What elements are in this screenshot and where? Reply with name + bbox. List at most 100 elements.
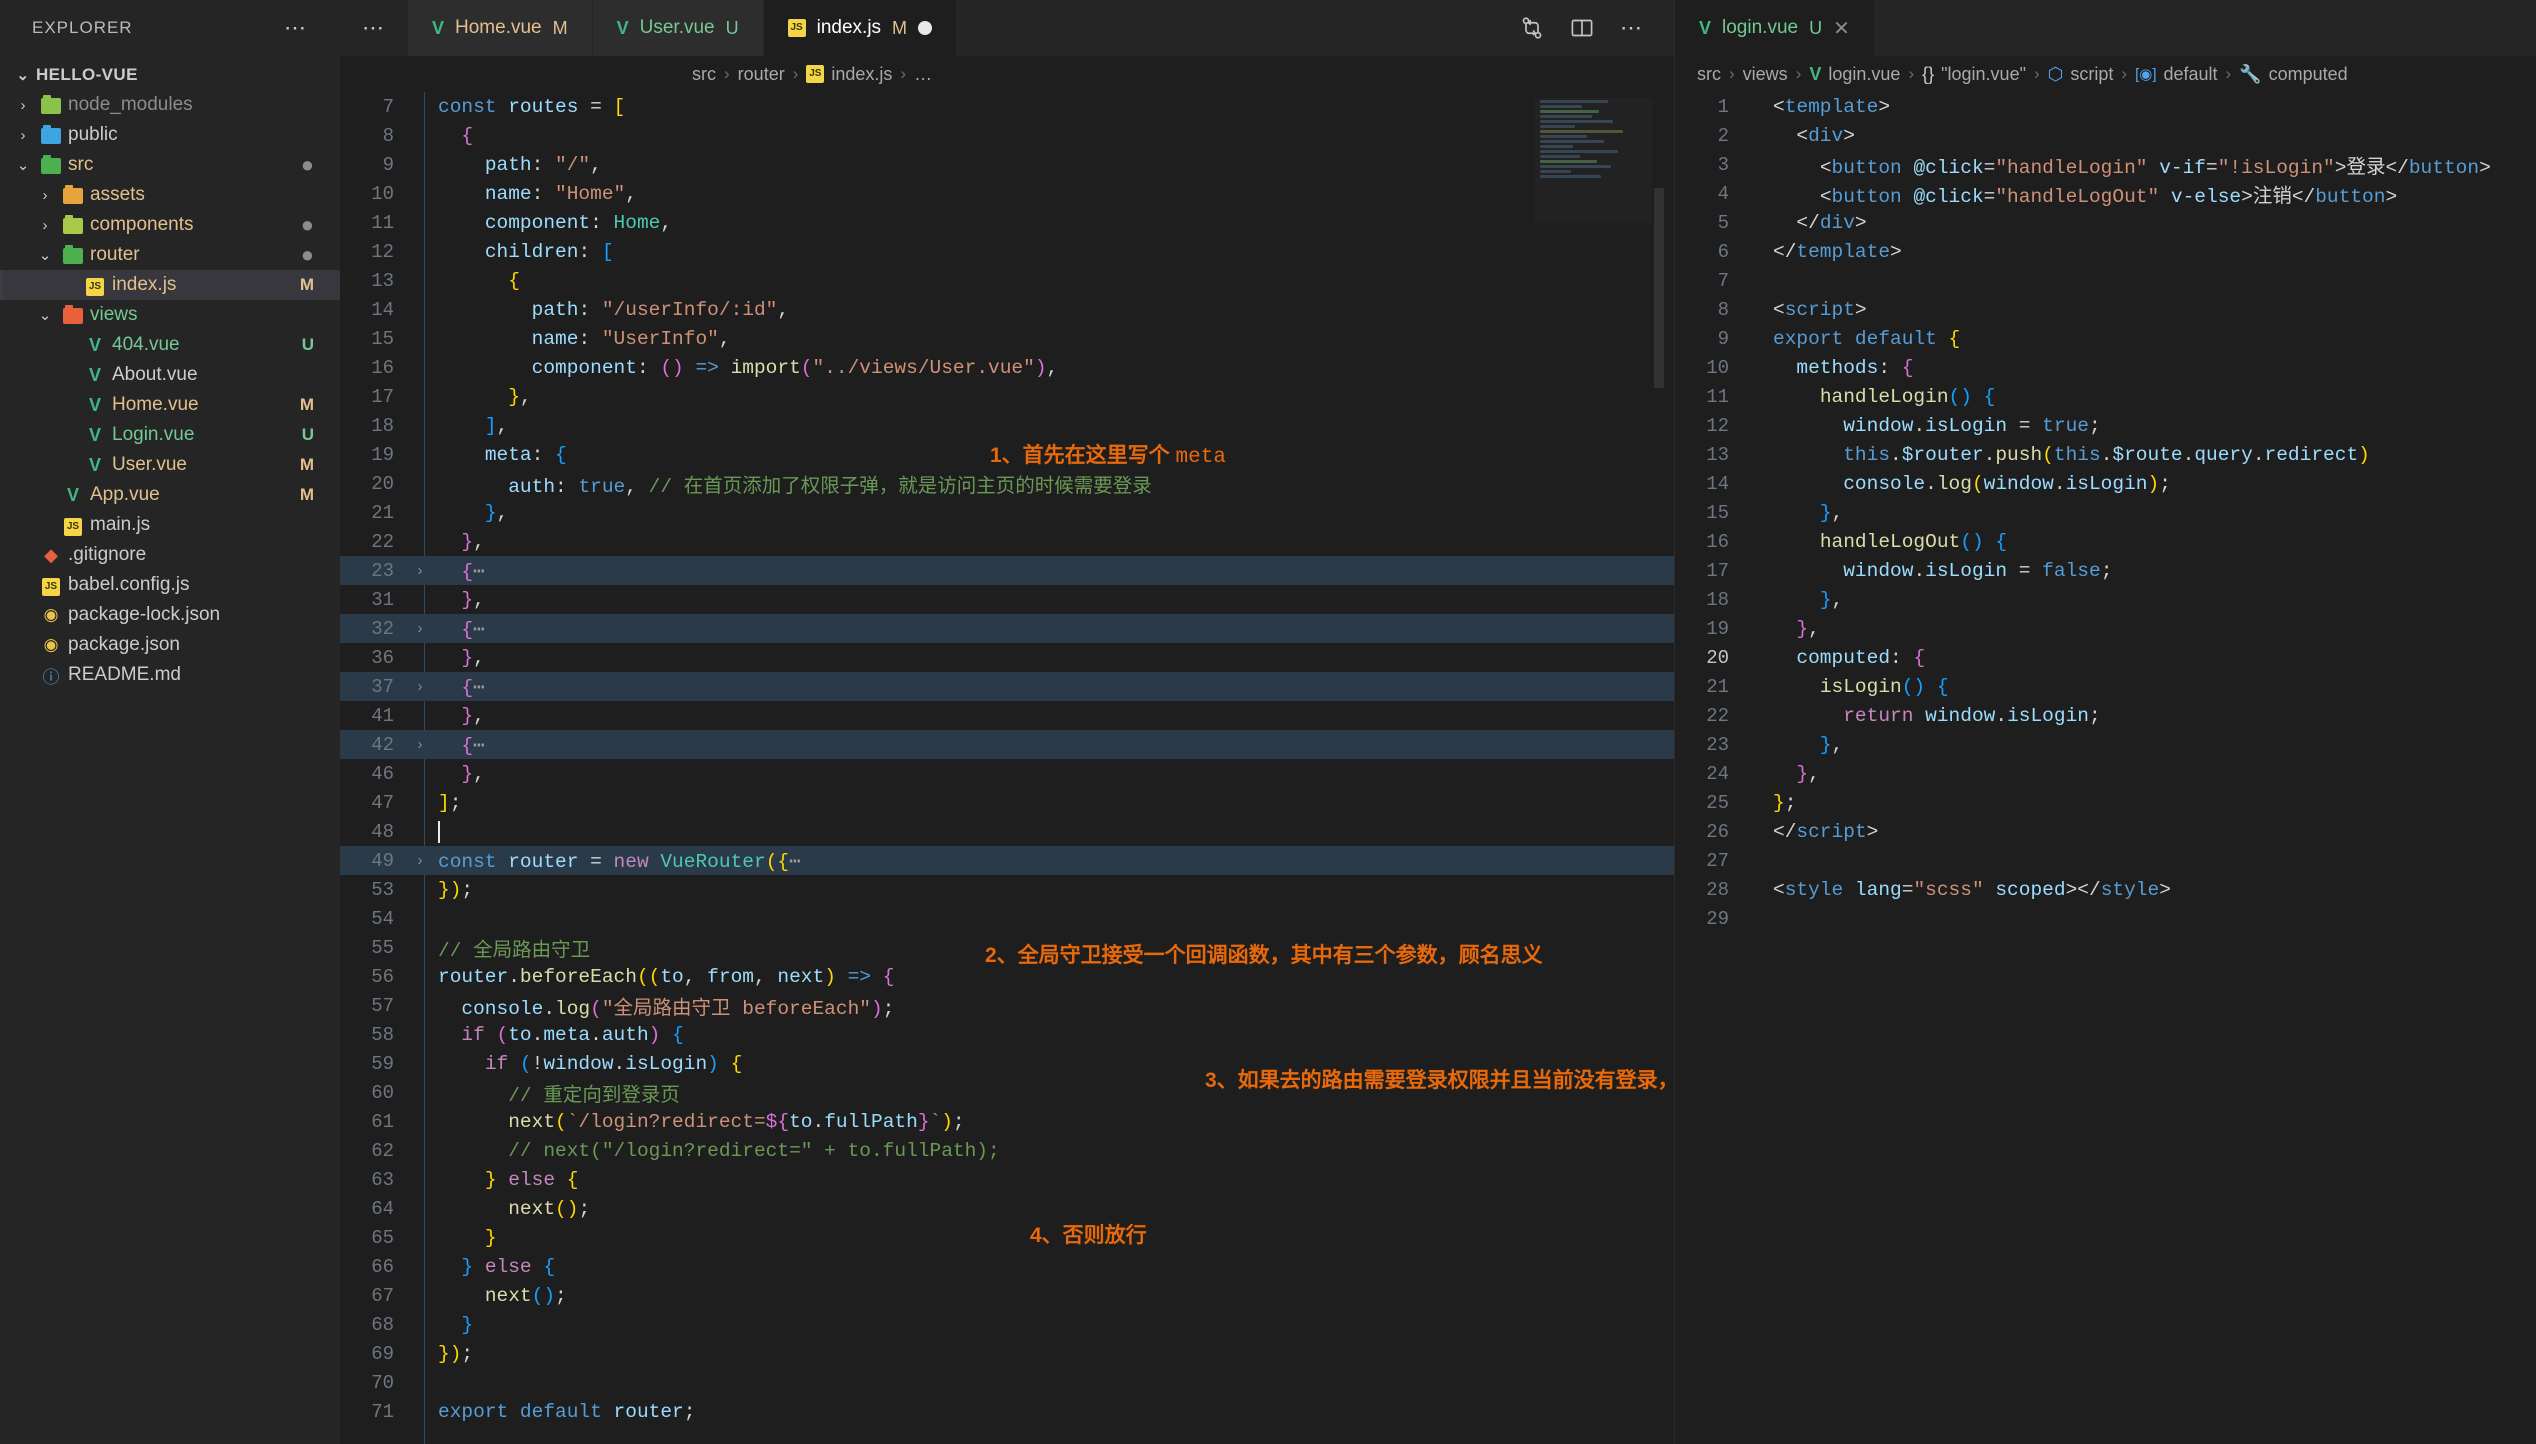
tree-item-node-modules[interactable]: › node_modules — [0, 90, 340, 120]
code-line[interactable]: 63 } else { — [340, 1165, 1674, 1194]
unsaved-dot-icon[interactable] — [918, 21, 933, 35]
code-line[interactable]: 54 — [340, 904, 1674, 933]
code-line[interactable]: 15 }, — [1675, 498, 2536, 527]
tree-item-babel-config-js[interactable]: JS babel.config.js — [0, 570, 340, 600]
code-line[interactable]: 27 — [1675, 846, 2536, 875]
tree-item-package-json[interactable]: ◉ package.json — [0, 630, 340, 660]
code-line[interactable]: 18 ], — [340, 411, 1674, 440]
tree-item--gitignore[interactable]: ◆ .gitignore — [0, 540, 340, 570]
code-line[interactable]: 17 window.isLogin = false; — [1675, 556, 2536, 585]
code-line[interactable]: 67 next(); — [340, 1281, 1674, 1310]
code-line[interactable]: 41 }, — [340, 701, 1674, 730]
tree-item-src[interactable]: ⌄ src ● — [0, 150, 340, 180]
scrollbar-thumb[interactable] — [1654, 188, 1664, 388]
code-line[interactable]: 21 }, — [340, 498, 1674, 527]
code-line[interactable]: 6 </template> — [1675, 237, 2536, 266]
code-line[interactable]: 8 <script> — [1675, 295, 2536, 324]
code-line[interactable]: 37 › {⋯ — [340, 672, 1674, 701]
code-line[interactable]: 11 component: Home, — [340, 208, 1674, 237]
code-line[interactable]: 48 — [340, 817, 1674, 846]
split-editor-icon[interactable] — [1570, 16, 1594, 40]
code-line[interactable]: 47]; — [340, 788, 1674, 817]
code-line[interactable]: 23 }, — [1675, 730, 2536, 759]
tree-item-404-vue[interactable]: V 404.vue U — [0, 330, 340, 360]
tree-item-package-lock-json[interactable]: ◉ package-lock.json — [0, 600, 340, 630]
right-code-editor[interactable]: 1 <template> 2 <div> 3 <button @click="hand… — [1675, 92, 2536, 1444]
fold-chevron-right-icon[interactable]: › — [410, 678, 430, 695]
code-line[interactable]: 5 </div> — [1675, 208, 2536, 237]
breadcrumb-item-src[interactable]: src — [692, 64, 716, 85]
code-line[interactable]: 71 export default router; — [340, 1397, 1674, 1426]
code-line[interactable]: 15 name: "UserInfo", — [340, 324, 1674, 353]
code-line[interactable]: 8 { — [340, 121, 1674, 150]
code-line[interactable]: 10 methods: { — [1675, 353, 2536, 382]
tab-index-js[interactable]: JS index.js M — [763, 0, 958, 56]
code-line[interactable]: 14 path: "/userInfo/:id", — [340, 295, 1674, 324]
fold-chevron-right-icon[interactable]: › — [410, 562, 430, 579]
tree-item-public[interactable]: › public — [0, 120, 340, 150]
tab-login-vue[interactable]: V login.vue U ✕ — [1675, 0, 1875, 56]
code-line[interactable]: 53}); — [340, 875, 1674, 904]
code-line[interactable]: 70 — [340, 1368, 1674, 1397]
tree-item-app-vue[interactable]: V App.vue M — [0, 480, 340, 510]
code-line[interactable]: 21 isLogin() { — [1675, 672, 2536, 701]
code-line[interactable]: 29 — [1675, 904, 2536, 933]
code-line[interactable]: 24 }, — [1675, 759, 2536, 788]
code-line[interactable]: 65 } — [340, 1223, 1674, 1252]
code-line[interactable]: 22 return window.isLogin; — [1675, 701, 2536, 730]
code-line[interactable]: 28 <style lang="scss" scoped></style> — [1675, 875, 2536, 904]
breadcrumb-item-index-js[interactable]: JS index.js — [806, 64, 892, 85]
code-line[interactable]: 25}; — [1675, 788, 2536, 817]
code-line[interactable]: 58 if (to.meta.auth) { — [340, 1020, 1674, 1049]
code-line[interactable]: 17 }, — [340, 382, 1674, 411]
code-line[interactable]: 20 auth: true, // 在首页添加了权限子弹，就是访问主页的时候需要… — [340, 469, 1674, 499]
tree-item-about-vue[interactable]: V About.vue — [0, 360, 340, 390]
code-line[interactable]: 16 handleLogOut() { — [1675, 527, 2536, 556]
fold-chevron-right-icon[interactable]: › — [410, 736, 430, 753]
breadcrumb-item-script[interactable]: ⬡ script — [2048, 64, 2114, 85]
compare-changes-icon[interactable] — [1520, 16, 1544, 40]
code-line[interactable]: 12 window.isLogin = true; — [1675, 411, 2536, 440]
code-line[interactable]: 3 <button @click="handleLogin" v-if="!is… — [1675, 150, 2536, 180]
code-line[interactable]: 18 }, — [1675, 585, 2536, 614]
breadcrumb-item-default[interactable]: [◉] default — [2135, 64, 2217, 85]
code-line[interactable]: 42 › {⋯ — [340, 730, 1674, 759]
code-line[interactable]: 7 const routes = [ — [340, 92, 1674, 121]
tree-item-components[interactable]: › components ● — [0, 210, 340, 240]
fold-chevron-right-icon[interactable]: › — [410, 620, 430, 637]
fold-chevron-right-icon[interactable]: › — [410, 852, 430, 869]
tree-item-views[interactable]: ⌄ views — [0, 300, 340, 330]
code-line[interactable]: 46 }, — [340, 759, 1674, 788]
tree-item-user-vue[interactable]: V User.vue M — [0, 450, 340, 480]
code-line[interactable]: 49 › const router = new VueRouter({⋯ — [340, 846, 1674, 875]
code-line[interactable]: 31 }, — [340, 585, 1674, 614]
code-line[interactable]: 23 › {⋯ — [340, 556, 1674, 585]
code-line[interactable]: 10 name: "Home", — [340, 179, 1674, 208]
code-line[interactable]: 20 computed: { — [1675, 643, 2536, 672]
ellipsis-icon[interactable]: ⋯ — [284, 17, 308, 39]
code-line[interactable]: 2 <div> — [1675, 121, 2536, 150]
code-line[interactable]: 1 <template> — [1675, 92, 2536, 121]
tree-item-index-js[interactable]: JS index.js M — [0, 270, 340, 300]
tab-home-vue[interactable]: V Home.vue M — [408, 0, 593, 56]
code-line[interactable]: 12 children: [ — [340, 237, 1674, 266]
code-line[interactable]: 19 }, — [1675, 614, 2536, 643]
code-line[interactable]: 66 } else { — [340, 1252, 1674, 1281]
tree-item-assets[interactable]: › assets — [0, 180, 340, 210]
code-line[interactable]: 61 next(`/login?redirect=${to.fullPath}`… — [340, 1107, 1674, 1136]
tree-item-main-js[interactable]: JS main.js — [0, 510, 340, 540]
code-line[interactable]: 9 export default { — [1675, 324, 2536, 353]
code-line[interactable]: 16 component: () => import("../views/Use… — [340, 353, 1674, 382]
code-line[interactable]: 32 › {⋯ — [340, 614, 1674, 643]
breadcrumb-item-json[interactable]: {} "login.vue" — [1922, 64, 2026, 85]
tree-item-login-vue[interactable]: V Login.vue U — [0, 420, 340, 450]
close-icon[interactable]: ✕ — [1833, 16, 1850, 41]
code-line[interactable]: 26 </script> — [1675, 817, 2536, 846]
tree-root-hello-vue[interactable]: ⌄ HELLO-VUE — [0, 60, 340, 90]
code-line[interactable]: 62 // next("/login?redirect=" + to.fullP… — [340, 1136, 1674, 1165]
code-line[interactable]: 57 console.log("全局路由守卫 beforeEach"); — [340, 991, 1674, 1021]
tabbar-overflow-icon[interactable]: ⋯ — [340, 0, 408, 56]
code-line[interactable]: 4 <button @click="handleLogOut" v-else>注… — [1675, 179, 2536, 209]
tab-user-vue[interactable]: V User.vue U — [592, 0, 764, 56]
code-line[interactable]: 13 this.$router.push(this.$route.query.r… — [1675, 440, 2536, 469]
